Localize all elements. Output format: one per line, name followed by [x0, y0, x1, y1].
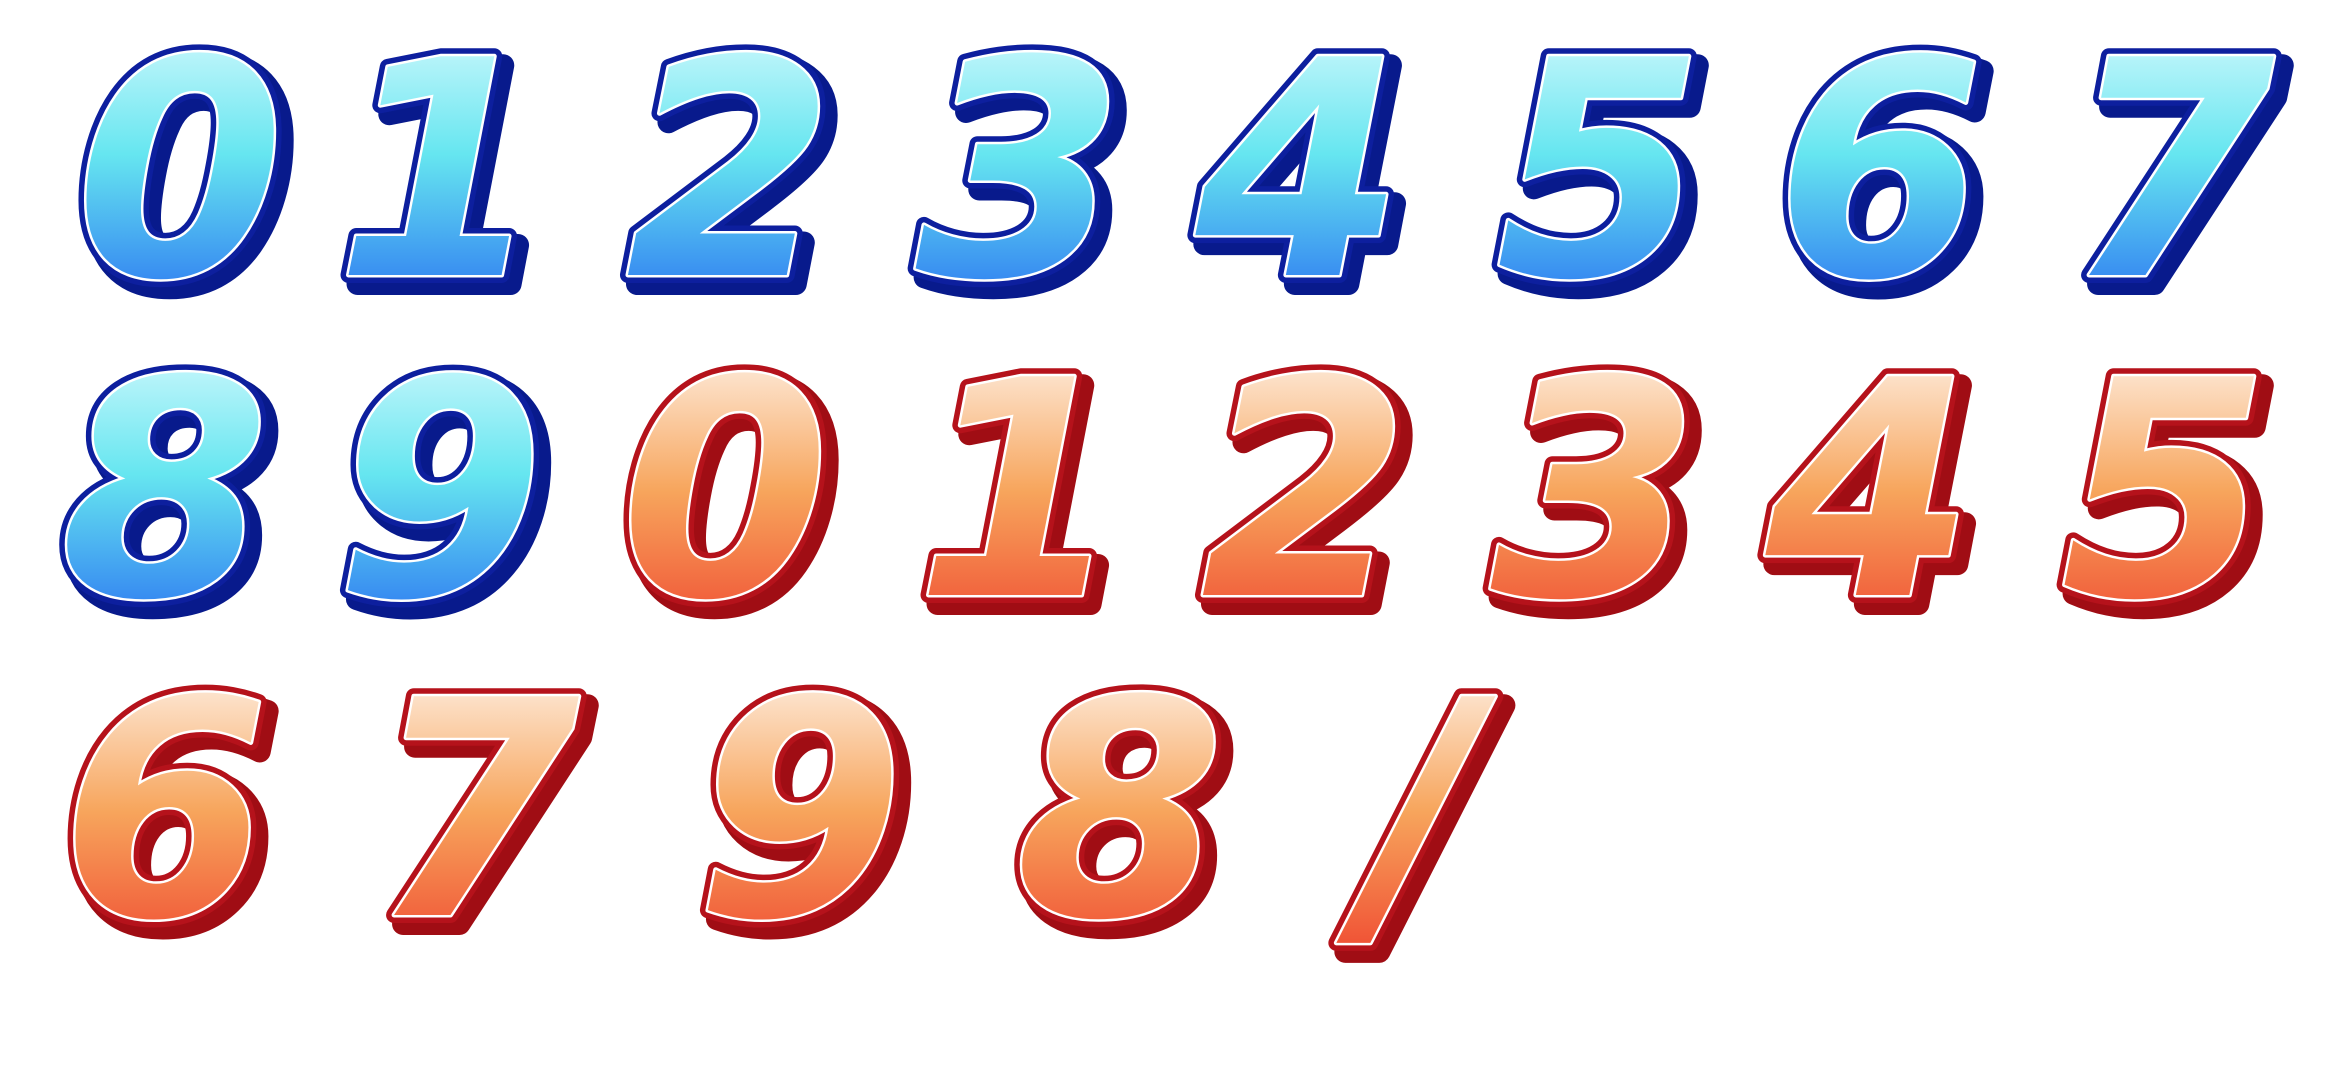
- glyph-face: 1: [916, 317, 1125, 666]
- glyph-grid: 0000 1111 2222 3333 4444 5555 6666 77778888 9999…: [53, 0, 2297, 1006]
- glyph-blue-5: 5555: [1488, 0, 1725, 366]
- glyph-red-7: 7777: [363, 629, 602, 1006]
- digit-sprite-sheet: 0000 1111 2222 3333 4444 5555 6666 77778888 9999…: [53, 0, 2297, 1006]
- glyph-face: 5: [2061, 317, 2270, 666]
- glyph-face: 6: [1776, 0, 1985, 346]
- glyph-face: 3: [1491, 317, 1700, 666]
- glyph-blue-4: 4444: [1183, 0, 1424, 366]
- glyph-blue-2: 2222: [618, 0, 855, 366]
- glyph-face: /: [1332, 637, 1496, 986]
- glyph-face: 5: [1496, 0, 1705, 346]
- glyph-red-0: 0000: [613, 309, 850, 686]
- glyph-face: 4: [1761, 317, 1974, 666]
- glyph-face: 9: [336, 317, 545, 666]
- glyph-red-2: 2222: [1193, 309, 1430, 686]
- glyph-red-3: 3333: [1483, 309, 1720, 686]
- glyph-face: 1: [336, 0, 545, 346]
- glyph-face: 0: [621, 317, 830, 666]
- glyph-face: 8: [1016, 637, 1225, 986]
- glyph-blue-8: 8888: [53, 309, 290, 686]
- glyph-face: 2: [1201, 317, 1410, 666]
- glyph-blue-6: 6666: [1768, 0, 2005, 366]
- glyph-face: 7: [2066, 0, 2277, 346]
- glyph-red-9: 9999: [688, 629, 925, 1006]
- glyph-face: 4: [1191, 0, 1404, 346]
- glyph-red-5: 5555: [2053, 309, 2290, 686]
- glyph-blue-3: 3333: [908, 0, 1145, 366]
- glyph-blue-1: 1111: [328, 0, 565, 366]
- glyph-face: 2: [626, 0, 835, 346]
- glyph-red-8: 8888: [1008, 629, 1245, 1006]
- glyph-face: 9: [696, 637, 905, 986]
- glyph-red-4: 4444: [1753, 309, 1994, 686]
- glyph-face: 6: [61, 637, 270, 986]
- glyph-face: 0: [76, 0, 285, 346]
- glyph-red-1: 1111: [908, 309, 1145, 686]
- glyph-face: 8: [61, 317, 270, 666]
- glyph-face: 7: [371, 637, 582, 986]
- glyph-face: 3: [916, 0, 1125, 346]
- glyph-red-slash: ////: [1324, 629, 1516, 1006]
- glyph-blue-7: 7777: [2058, 0, 2297, 366]
- glyph-blue-9: 9999: [328, 309, 565, 686]
- glyph-blue-0: 0000: [68, 0, 305, 366]
- glyph-red-6: 6666: [53, 629, 290, 1006]
